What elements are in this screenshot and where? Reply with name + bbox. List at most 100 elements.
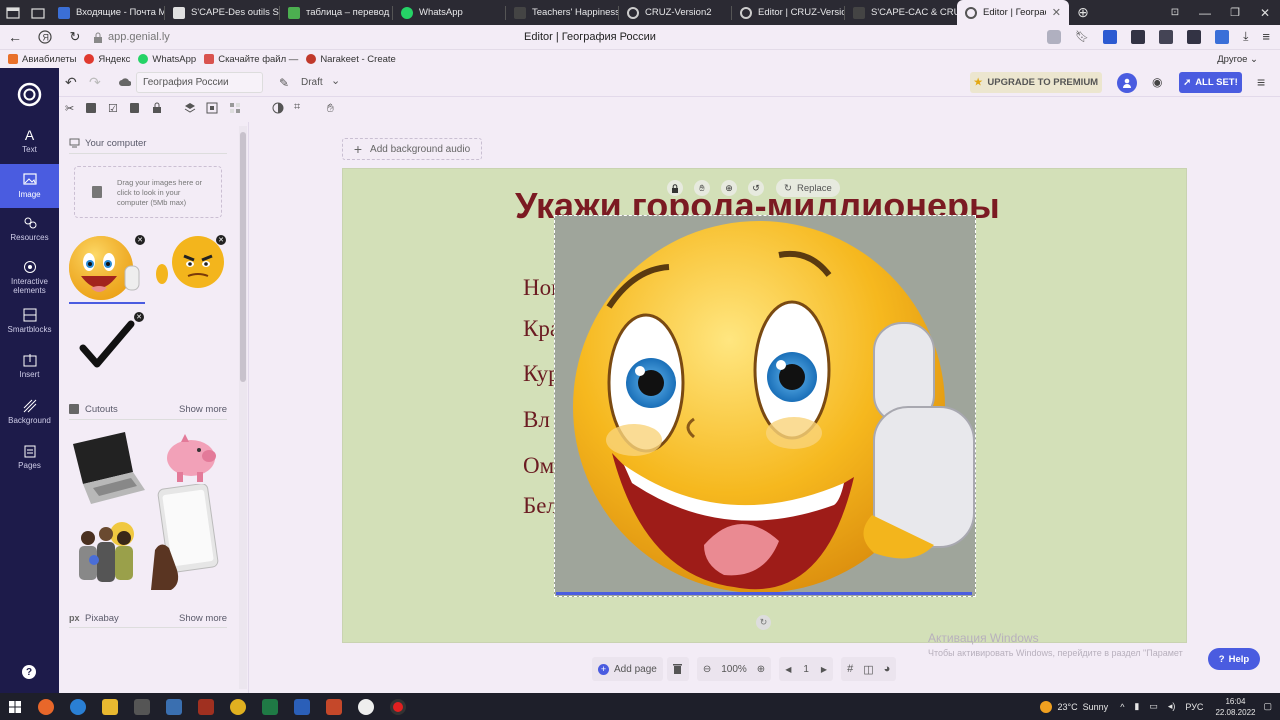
weather-text[interactable]: 23°C Sunny <box>1058 702 1109 712</box>
cutout-people[interactable] <box>74 520 140 590</box>
volume-icon[interactable]: ◂) <box>1168 701 1176 712</box>
transparency-icon[interactable] <box>229 102 241 114</box>
zoom-in-icon[interactable]: ⊕ <box>757 664 765 675</box>
chrome-icon[interactable] <box>230 698 246 715</box>
project-name-input[interactable]: География России <box>136 72 263 93</box>
new-tab-icon[interactable]: ⊕ <box>1069 0 1097 25</box>
cutout-laptop[interactable] <box>69 430 147 510</box>
microphone-icon[interactable]: ▮ <box>1134 701 1139 712</box>
color-palette-icon[interactable]: ◕ <box>884 663 891 675</box>
bookmark-item[interactable]: Яндекс <box>84 54 130 65</box>
sidebar-item-resources[interactable]: Resources <box>0 216 59 250</box>
reload-icon[interactable]: ↻ <box>60 29 90 45</box>
sidebar-item-smartblocks[interactable]: Smartblocks <box>0 308 59 342</box>
language-indicator[interactable]: РУС <box>1185 702 1203 712</box>
maximize-icon[interactable]: ❐ <box>1220 6 1250 19</box>
other-bookmarks[interactable]: Другое ⌄ <box>1217 54 1258 65</box>
pixabay-show-more[interactable]: Show more <box>179 613 227 624</box>
sidebar-item-insert[interactable]: Insert <box>0 353 59 387</box>
firefox-icon[interactable] <box>38 698 54 715</box>
extension-icon[interactable] <box>1047 29 1062 44</box>
notifications-icon[interactable]: ▢ <box>1263 701 1272 712</box>
help-button[interactable]: ? Help <box>1208 648 1260 670</box>
page-number[interactable]: 1 <box>803 664 809 675</box>
excel-icon[interactable] <box>262 698 278 715</box>
upload-dropzone[interactable]: Drag your images here or click to look i… <box>74 166 222 218</box>
remove-image-icon[interactable]: ✕ <box>135 235 145 245</box>
slide-canvas[interactable]: Укажи города-миллионеры Новоси Крас Кур … <box>342 168 1187 643</box>
prev-page-icon[interactable]: ◀ <box>785 665 791 674</box>
bookmark-item[interactable]: Скачайте файл — <box>204 54 298 65</box>
chevron-down-icon[interactable]: ⌄ <box>331 74 340 87</box>
uploaded-image-angry-smiley[interactable] <box>152 234 228 306</box>
drag-hand-icon[interactable]: ✋︎ <box>694 180 710 196</box>
browser-tab[interactable]: CRUZ-Version2 <box>619 0 731 25</box>
bookmark-item[interactable]: Авиабилеты <box>8 54 76 65</box>
file-explorer-icon[interactable] <box>102 698 118 715</box>
clock[interactable]: 16:04 22.08.2022 <box>1215 696 1255 718</box>
browser-tab[interactable]: WhatsApp <box>393 0 505 25</box>
yandex-browser-icon[interactable] <box>358 698 374 715</box>
browser-tab[interactable]: Editor | CRUZ-Version <box>732 0 844 25</box>
preview-eye-icon[interactable]: ◉ <box>1152 75 1162 89</box>
scrollbar-thumb[interactable] <box>240 132 246 382</box>
browser-tab[interactable]: S'CAPE-Des outils S'C <box>165 0 279 25</box>
sidebar-item-image[interactable]: Image <box>0 164 59 208</box>
slide-text-line[interactable]: Вл <box>523 407 550 433</box>
pin-icon[interactable]: ⊡ <box>1160 7 1190 18</box>
sidebar-item-interactive[interactable]: Interactive elements <box>0 260 59 300</box>
all-set-button[interactable]: ➚ ALL SET! <box>1179 72 1242 93</box>
window-menu-icon[interactable] <box>0 0 26 25</box>
app-icon[interactable] <box>198 698 214 715</box>
delete-page-icon[interactable] <box>666 657 689 681</box>
cutout-phone-hand[interactable] <box>151 484 227 590</box>
browser-tab[interactable]: таблица – перевод н <box>280 0 392 25</box>
close-window-icon[interactable]: ✕ <box>1250 6 1280 20</box>
downloads-icon[interactable]: ⤓ <box>1243 29 1248 44</box>
url-text[interactable]: app.genial.ly <box>108 31 170 43</box>
share-users-icon[interactable] <box>1117 73 1137 93</box>
sidebar-item-pages[interactable]: Pages <box>0 444 59 478</box>
tabs-overview-icon[interactable] <box>26 0 50 25</box>
sidebar-item-text[interactable]: A Text <box>0 124 59 158</box>
copy-icon[interactable] <box>86 103 96 113</box>
add-page-button[interactable]: + Add page <box>592 657 663 681</box>
cut-icon[interactable]: ✂ <box>65 102 74 115</box>
paste-icon[interactable]: ☑ <box>108 102 118 115</box>
genially-logo[interactable] <box>17 82 42 107</box>
network-icon[interactable]: ▭ <box>1149 701 1158 712</box>
animation-icon[interactable]: ↺ <box>748 180 764 196</box>
layers-icon[interactable] <box>184 102 196 114</box>
filter-icon[interactable] <box>272 102 284 114</box>
zoom-level[interactable]: 100% <box>721 664 747 675</box>
calculator-icon[interactable] <box>134 698 150 715</box>
back-icon[interactable]: ← <box>0 29 30 45</box>
hamburger-menu-icon[interactable]: ≡ <box>1257 74 1265 90</box>
interactivity-icon[interactable]: ⊕ <box>721 180 737 196</box>
edge-icon[interactable] <box>70 698 86 715</box>
close-tab-icon[interactable]: ✕ <box>1052 6 1061 19</box>
remove-image-icon[interactable]: ✕ <box>216 235 226 245</box>
grid-icon[interactable]: # <box>847 663 853 675</box>
extension-icon[interactable] <box>1103 29 1118 44</box>
panel-scrollbar[interactable] <box>239 126 247 689</box>
windows-start-icon[interactable] <box>0 693 30 720</box>
upgrade-button[interactable]: ★ UPGRADE TO PREMIUM <box>970 72 1102 93</box>
remove-image-icon[interactable]: ✕ <box>134 312 144 322</box>
cutouts-show-more[interactable]: Show more <box>179 404 227 415</box>
align-icon[interactable] <box>206 102 218 114</box>
monitor-icon[interactable] <box>166 698 182 715</box>
lock-element-icon[interactable] <box>152 102 162 113</box>
uploaded-image-smiley[interactable] <box>67 232 147 306</box>
extension-icon[interactable] <box>1215 29 1230 44</box>
replace-button[interactable]: ↻ Replace <box>776 179 840 197</box>
powerpoint-icon[interactable] <box>326 698 342 715</box>
yandex-icon[interactable]: Я <box>30 30 60 44</box>
cutout-piggy-bank[interactable] <box>159 432 223 484</box>
draft-status[interactable]: Draft <box>301 77 323 88</box>
undo-icon[interactable]: ↶ <box>65 74 77 91</box>
menu-icon[interactable]: ≡ <box>1262 29 1270 44</box>
extension-icon[interactable] <box>1159 29 1174 44</box>
next-page-icon[interactable]: ▶ <box>821 665 827 674</box>
hand-icon[interactable]: ✋︎ <box>327 101 334 116</box>
